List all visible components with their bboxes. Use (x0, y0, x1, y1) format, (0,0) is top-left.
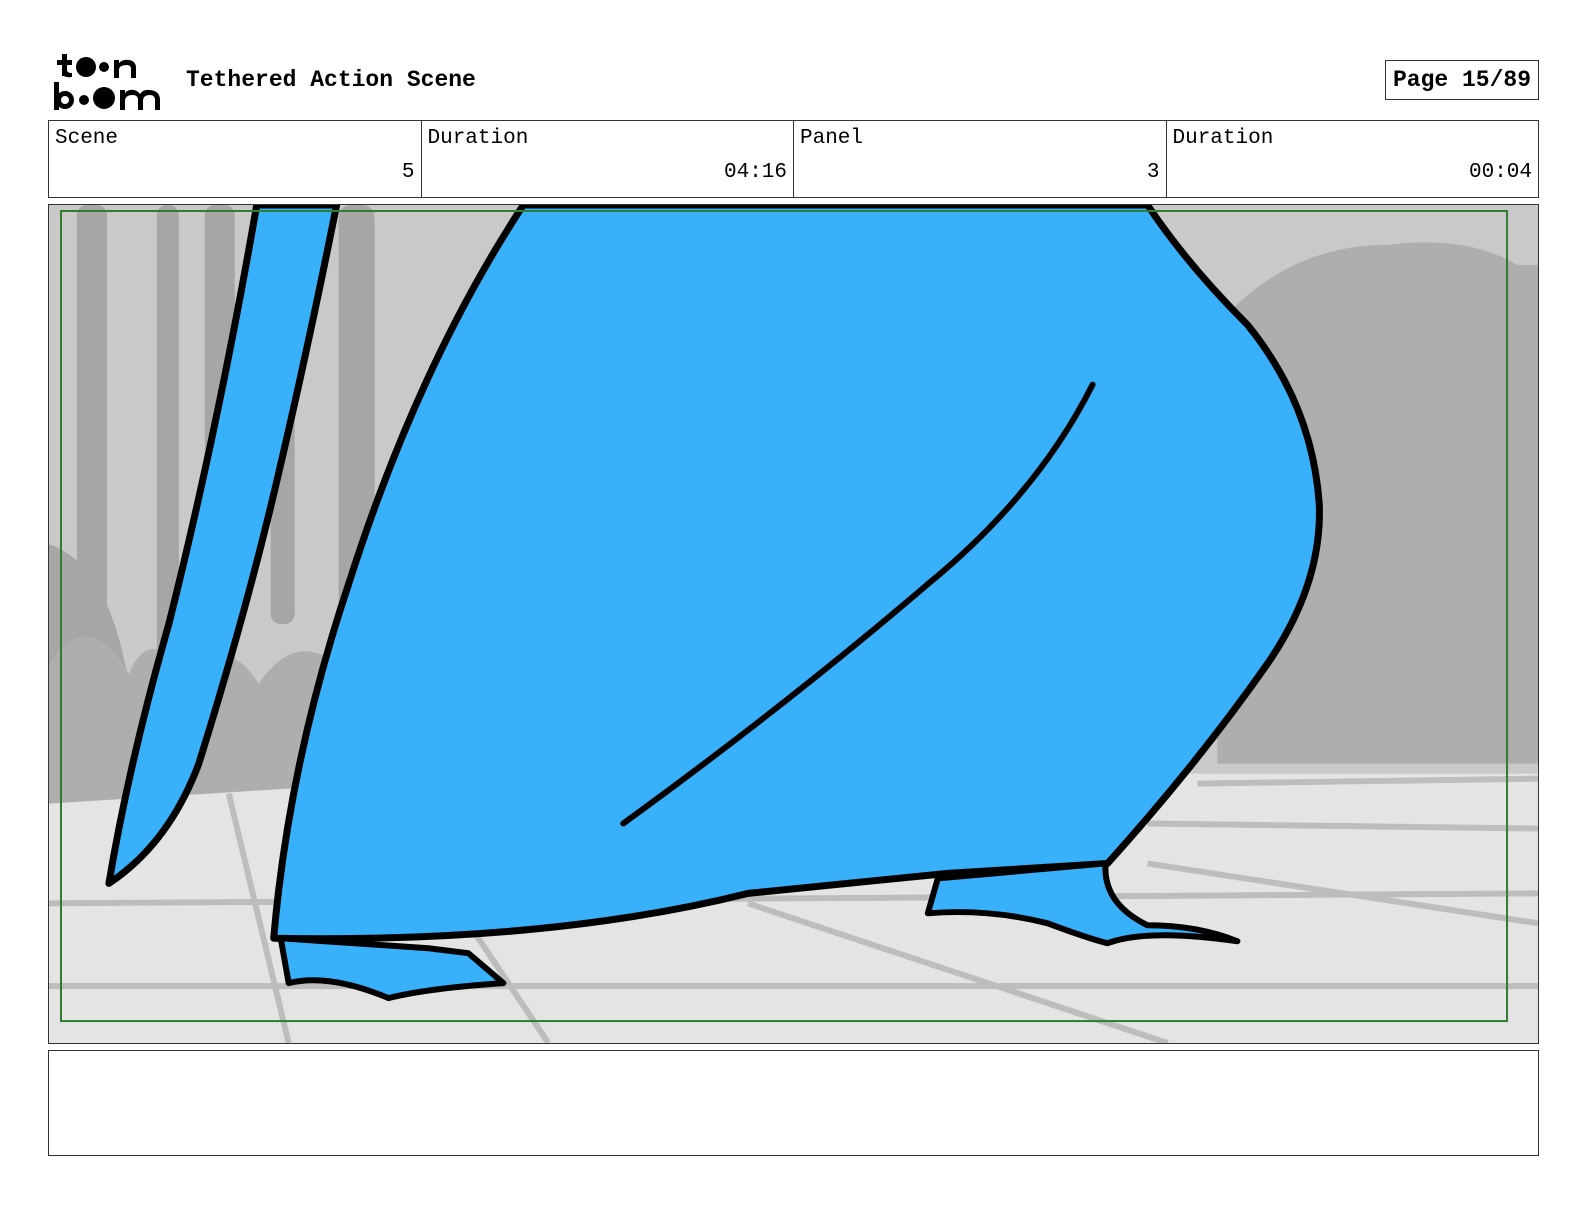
panel-duration-cell: Duration 00:04 (1167, 121, 1539, 197)
scene-duration-value: 04:16 (723, 161, 787, 184)
toon-boom-logo (54, 54, 160, 110)
panel-duration-label: Duration (1172, 127, 1274, 150)
scene-cell: Scene 5 (49, 121, 422, 197)
scene-label: Scene (55, 127, 119, 150)
panel-cell: Panel 3 (794, 121, 1167, 197)
scene-duration-cell: Duration 04:16 (422, 121, 794, 197)
panel-drawing (49, 205, 1538, 1043)
scene-duration-label: Duration (427, 127, 529, 150)
panel-info-table: Scene 5 Duration 04:16 Panel 3 Duration … (48, 120, 1539, 198)
scene-value: 5 (401, 161, 415, 184)
panel-label: Panel (800, 127, 864, 150)
page-indicator: Page 15/89 (1385, 60, 1539, 100)
panel-duration-value: 00:04 (1468, 161, 1532, 184)
storyboard-title: Tethered Action Scene (186, 67, 476, 93)
panel-caption-box (48, 1050, 1539, 1156)
storyboard-panel (48, 204, 1539, 1044)
panel-value: 3 (1146, 161, 1160, 184)
